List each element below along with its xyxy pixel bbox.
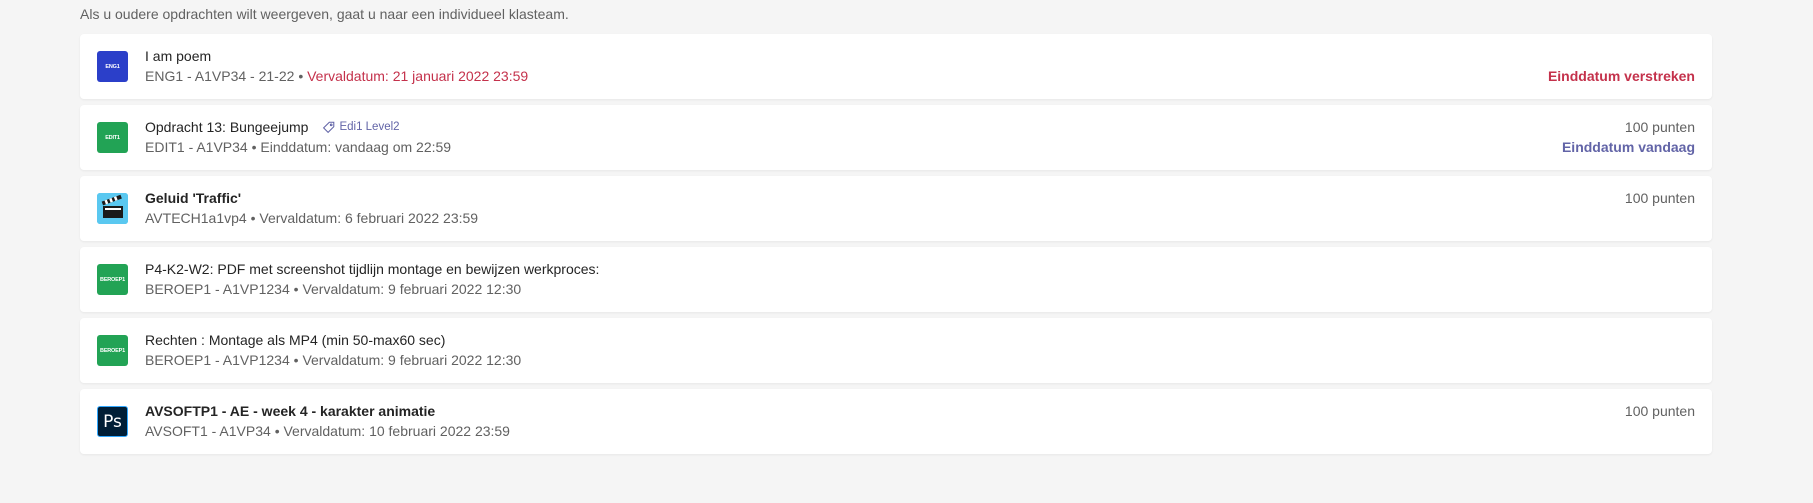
assignment-title-text: Geluid 'Traffic' <box>145 190 242 206</box>
assignment-card-i-am-poem[interactable]: ENG1 I am poem ENG1 - A1VP34 - 21-22 • V… <box>80 34 1712 99</box>
assignment-title: P4-K2-W2: PDF met screenshot tijdlijn mo… <box>145 261 599 277</box>
assignment-title-text: AVSOFTP1 - AE - week 4 - karakter animat… <box>145 403 436 419</box>
class-icon-label: BEROEP1 <box>100 347 125 354</box>
points: 100 punten <box>1624 190 1695 206</box>
status-overdue: Einddatum verstreken <box>1547 68 1695 84</box>
class-icon-label: EDIT1 <box>105 134 120 141</box>
class-info: ENG1 - A1VP34 - 21-22 <box>145 68 295 84</box>
due-date: Vervaldatum: 6 februari 2022 23:59 <box>259 210 479 226</box>
class-icon-edit1: EDIT1 <box>97 122 128 153</box>
tag-icon <box>323 121 335 133</box>
due-date: Vervaldatum: 10 februari 2022 23:59 <box>283 423 510 439</box>
assignment-title: Geluid 'Traffic' <box>145 190 241 206</box>
assignment-card-rechten-montage[interactable]: BEROEP1 Rechten : Montage als MP4 (min 5… <box>80 318 1712 383</box>
assignment-meta: EDIT1 - A1VP34 • Einddatum: vandaag om 2… <box>145 139 451 155</box>
assignment-card-geluid-traffic[interactable]: Geluid 'Traffic' AVTECH1a1vp4 • Vervalda… <box>80 176 1712 241</box>
class-icon-beroep1: BEROEP1 <box>97 335 128 366</box>
meta-separator: • <box>298 68 304 84</box>
class-icon-label: BEROEP1 <box>100 276 125 283</box>
info-text: Als u oudere opdrachten wilt weergeven, … <box>80 6 569 22</box>
clapperboard-icon <box>97 193 128 224</box>
assignment-title: Opdracht 13: Bungeejump Edi1 Level2 <box>145 119 400 135</box>
due-date: Einddatum: vandaag om 22:59 <box>260 139 452 155</box>
class-icon-eng1: ENG1 <box>97 51 128 82</box>
class-info: AVSOFT1 - A1VP34 <box>145 423 271 439</box>
points: 100 punten <box>1624 403 1695 419</box>
assignment-title-text: Rechten : Montage als MP4 (min 50-max60 … <box>145 332 446 348</box>
photoshop-icon: Ps <box>97 406 128 437</box>
assignment-meta: BEROEP1 - A1VP1234 • Vervaldatum: 9 febr… <box>145 281 521 297</box>
assignment-tag[interactable]: Edi1 Level2 <box>322 121 400 134</box>
assignment-title-text: Opdracht 13: Bungeejump <box>145 119 309 135</box>
points: 100 punten <box>1624 119 1695 135</box>
assignment-meta: BEROEP1 - A1VP1234 • Vervaldatum: 9 febr… <box>145 352 521 368</box>
class-info: BEROEP1 - A1VP1234 <box>145 281 290 297</box>
assignment-card-p4-k2-w2[interactable]: BEROEP1 P4-K2-W2: PDF met screenshot tij… <box>80 247 1712 312</box>
due-date: Vervaldatum: 9 februari 2022 12:30 <box>302 281 522 297</box>
meta-separator: • <box>293 352 299 368</box>
assignment-title: Rechten : Montage als MP4 (min 50-max60 … <box>145 332 445 348</box>
assignment-meta: AVTECH1a1vp4 • Vervaldatum: 6 februari 2… <box>145 210 478 226</box>
assignment-card-avsoftp1[interactable]: Ps AVSOFTP1 - AE - week 4 - karakter ani… <box>80 389 1712 454</box>
meta-separator: • <box>251 139 257 155</box>
assignment-title-text: I am poem <box>145 48 212 64</box>
photoshop-icon-label: Ps <box>103 411 122 432</box>
due-date: Vervaldatum: 9 februari 2022 12:30 <box>302 352 522 368</box>
assignment-title: I am poem <box>145 48 211 64</box>
assignment-title: AVSOFTP1 - AE - week 4 - karakter animat… <box>145 403 435 419</box>
assignment-meta: AVSOFT1 - A1VP34 • Vervaldatum: 10 febru… <box>145 423 510 439</box>
meta-separator: • <box>274 423 280 439</box>
class-info: AVTECH1a1vp4 <box>145 210 247 226</box>
tag-label: Edi1 Level2 <box>339 121 400 133</box>
class-icon-beroep1: BEROEP1 <box>97 264 128 295</box>
assignment-list: ENG1 I am poem ENG1 - A1VP34 - 21-22 • V… <box>80 34 1712 460</box>
class-icon-label: ENG1 <box>105 63 120 70</box>
meta-separator: • <box>250 210 256 226</box>
assignment-card-bungeejump[interactable]: EDIT1 Opdracht 13: Bungeejump Edi1 Level… <box>80 105 1712 170</box>
due-date: Vervaldatum: 21 januari 2022 23:59 <box>307 68 529 84</box>
assignment-meta: ENG1 - A1VP34 - 21-22 • Vervaldatum: 21 … <box>145 68 528 84</box>
class-info: BEROEP1 - A1VP1234 <box>145 352 290 368</box>
assignment-title-text: P4-K2-W2: PDF met screenshot tijdlijn mo… <box>145 261 600 277</box>
meta-separator: • <box>293 281 299 297</box>
class-info: EDIT1 - A1VP34 <box>145 139 248 155</box>
status-due-today: Einddatum vandaag <box>1561 139 1695 155</box>
